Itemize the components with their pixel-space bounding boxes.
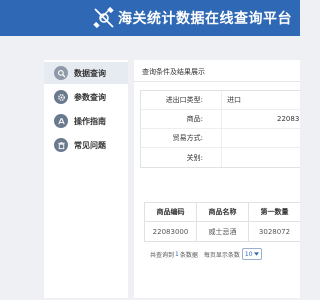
condition-value: 进口 [227,96,241,104]
table-header: 商品编码 商品名称 第一数量 [145,203,300,222]
search-data-icon [54,66,68,80]
pagination-bar: 共查询到 1 条数据 每页显示条数 10 [150,248,262,260]
guide-icon [54,114,68,128]
condition-row: 进出口类型: 进口 [141,91,300,110]
column-header[interactable]: 第一数量 [249,203,300,221]
header-bar: 海关统计数据在线查询平台 [0,0,300,36]
divider [221,148,222,167]
gear-icon [54,90,68,104]
sidebar-item-data-query[interactable]: 数据查询 [44,62,128,84]
total-suffix: 条数据 [179,251,198,259]
sidebar-item-param-query[interactable]: 参数查询 [44,86,128,108]
table-cell: 3028072 [249,222,300,241]
condition-label: 关别: [186,153,203,162]
chevron-down-icon [253,252,259,256]
page-size-value: 10 [244,250,253,258]
trash-icon [54,138,68,152]
table-row: 22083000 威士忌酒 3028072 [145,222,300,241]
divider [221,129,222,147]
divider [221,110,222,128]
page-size-label: 每页显示条数 [203,251,240,259]
column-header[interactable]: 商品名称 [197,203,249,221]
main-panel: 查询条件及结果展示 进出口类型: 进口 商品: 22083 贸易方式: 关别: … [134,60,300,298]
condition-row: 贸易方式: [141,129,300,148]
divider [134,81,300,82]
table-cell: 22083000 [145,222,197,241]
satellite-wrench-icon [93,6,114,29]
condition-row: 商品: 22083 [141,110,300,129]
sidebar-item-faq[interactable]: 常见问题 [44,134,128,156]
condition-value: 22083 [277,115,300,123]
sidebar-item-label: 操作指南 [74,116,106,126]
condition-label: 进出口类型: [165,96,203,104]
table-cell: 威士忌酒 [197,222,249,241]
sidebar-item-label: 常见问题 [74,140,106,150]
sidebar-item-guide[interactable]: 操作指南 [44,110,128,132]
condition-label: 商品: [186,115,203,123]
sidebar: 数据查询 参数查询 操作指南 常见问题 [44,60,128,298]
sidebar-item-label: 参数查询 [74,92,106,102]
page-size-select[interactable]: 10 [241,248,262,260]
condition-label: 贸易方式: [172,134,203,142]
divider [221,91,222,109]
app-title: 海关统计数据在线查询平台 [118,11,292,27]
query-conditions-table: 进出口类型: 进口 商品: 22083 贸易方式: 关别: [140,90,300,168]
page-title: 查询条件及结果展示 [142,68,205,76]
sidebar-item-label: 数据查询 [74,68,106,78]
total-prefix: 共查询到 [150,251,175,259]
results-table: 商品编码 商品名称 第一数量 22083000 威士忌酒 3028072 [144,202,300,242]
total-count: 1 [175,250,179,258]
condition-row: 关别: [141,148,300,167]
column-header[interactable]: 商品编码 [145,203,197,221]
